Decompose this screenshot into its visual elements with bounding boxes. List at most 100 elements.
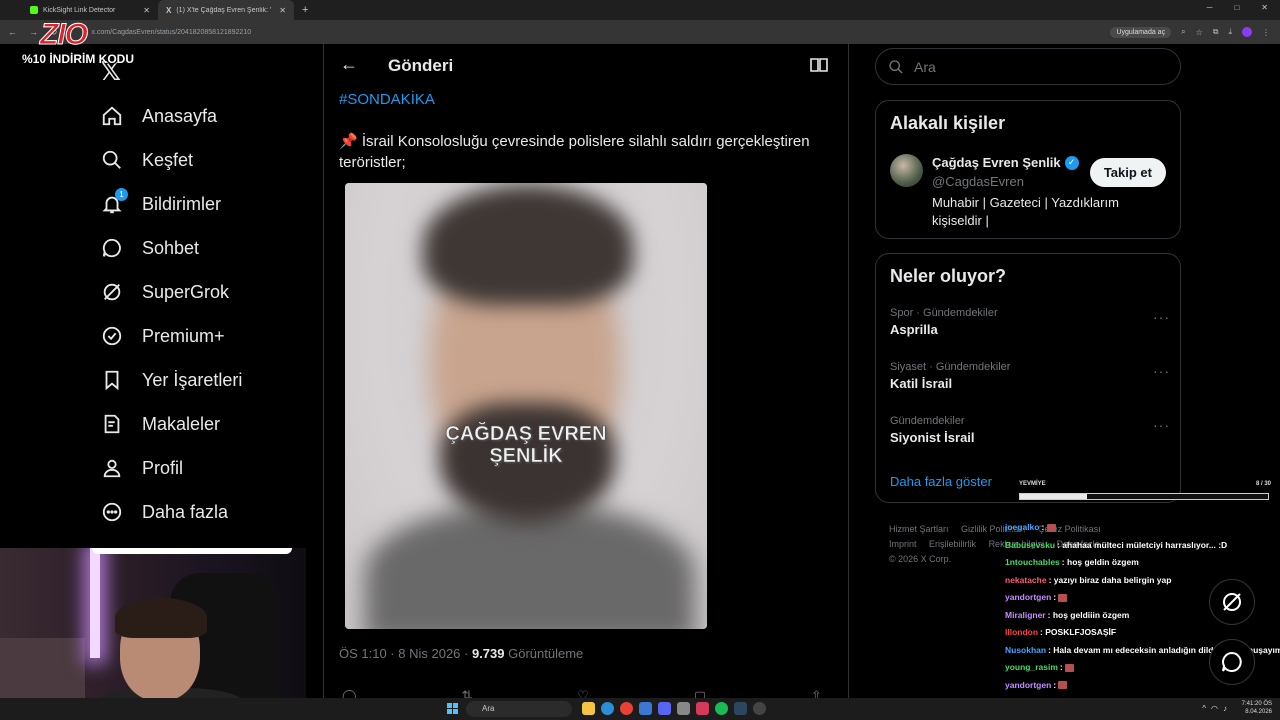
chrome-icon[interactable] — [620, 702, 633, 715]
nav-item-home[interactable]: Anasayfa — [100, 101, 217, 131]
chat-username[interactable]: yandortgen — [1005, 592, 1051, 602]
browser-tab-kicksight[interactable]: KickSight Link Detector ✕ — [22, 0, 158, 20]
grok-icon — [100, 280, 124, 304]
nav-label: Yer İşaretleri — [142, 369, 243, 390]
menu-icon[interactable]: ⋮ — [1262, 28, 1270, 37]
nav-label: Premium+ — [142, 325, 225, 346]
messages-floating-button[interactable] — [1209, 639, 1255, 685]
chat-text: POSKLFJOSAŞİF — [1045, 627, 1117, 637]
discord-icon[interactable] — [658, 702, 671, 715]
trend-category: Gündemdekiler — [890, 415, 965, 427]
search-input[interactable]: Ara — [875, 48, 1181, 85]
more-icon — [100, 500, 124, 524]
related-people-panel: Alakalı kişiler Çağdaş Evren Şenlik ✓ @C… — [875, 100, 1181, 239]
tray-chevron-icon[interactable]: ^ — [1202, 704, 1211, 713]
footer-link[interactable]: Erişilebilirlik — [929, 539, 976, 549]
nav-item-chat[interactable]: Sohbet — [100, 233, 199, 263]
profile-avatar[interactable] — [1242, 27, 1252, 37]
new-tab-button[interactable]: + — [294, 4, 316, 16]
nav-label: SuperGrok — [142, 281, 230, 302]
heart-app-icon[interactable] — [696, 702, 709, 715]
copyright: © 2026 X Corp. — [889, 554, 952, 564]
chat-username[interactable]: lllondon — [1005, 627, 1038, 637]
chat-text: yazıyı biraz daha belirgin yap — [1053, 574, 1172, 585]
grok-floating-button[interactable] — [1209, 579, 1255, 625]
nav-item-articles[interactable]: Makaleler — [100, 409, 220, 439]
taskbar-clock[interactable]: 7:41:20 ÖS 8.04.2026 — [1242, 700, 1272, 716]
url-field[interactable]: x.com/CagdasEvren/status/204182085812189… — [92, 29, 1111, 36]
obs-icon[interactable] — [753, 702, 766, 715]
nav-item-explore[interactable]: Keşfet — [100, 145, 193, 175]
zoom-icon[interactable]: ⌕ — [1181, 27, 1185, 37]
chat-username[interactable]: 1ntouchables — [1005, 557, 1060, 567]
footer-link[interactable]: Hizmet Şartları — [889, 524, 949, 534]
chat-username[interactable]: Miraligner — [1005, 610, 1046, 620]
chat-username[interactable]: nekatache — [1005, 575, 1047, 585]
open-in-app-button[interactable]: Uygulamada aç — [1110, 26, 1172, 38]
trend-item[interactable]: Siyaset · Gündemdekiler Katil İsrail ··· — [890, 361, 1170, 391]
windows-start-icon[interactable] — [447, 703, 458, 714]
browser-tab-x[interactable]: X (1) X'te Çağdaş Evren Şenlik: "# ✕ — [158, 0, 294, 20]
avatar[interactable] — [890, 154, 923, 187]
grok-icon — [1223, 593, 1241, 611]
person-handle: @CagdasEvren — [932, 174, 1024, 189]
trend-name: Asprilla — [890, 322, 938, 337]
chat-username[interactable]: Nusokhan — [1005, 645, 1046, 655]
verified-badge-icon: ✓ — [1064, 155, 1079, 170]
nav-item-notifications[interactable]: 1 Bildirimler — [100, 188, 221, 219]
trend-item[interactable]: Gündemdekiler Siyonist İsrail ··· — [890, 415, 1170, 445]
back-arrow-icon[interactable]: ← — [340, 54, 358, 75]
hashtag-link[interactable]: #SONDAKİKA — [339, 91, 435, 108]
tab-close-icon[interactable]: ✕ — [279, 6, 286, 15]
app-icon[interactable] — [677, 702, 690, 715]
volume-icon[interactable]: ♪ — [1223, 704, 1232, 713]
chat-username[interactable]: joegalko — [1005, 522, 1039, 532]
more-options-icon[interactable]: ··· — [1153, 309, 1170, 325]
follow-button[interactable]: Takip et — [1089, 158, 1166, 187]
progress-fill — [1020, 494, 1087, 499]
nav-item-bookmarks[interactable]: Yer İşaretleri — [100, 365, 242, 395]
person-name-text: Çağdaş Evren Şenlik — [932, 155, 1061, 170]
wifi-icon[interactable]: ◠ — [1211, 704, 1223, 713]
store-icon[interactable] — [639, 702, 652, 715]
nav-item-more[interactable]: Daha fazla — [100, 497, 228, 527]
steam-icon[interactable] — [734, 702, 747, 715]
download-icon[interactable]: ⤓ — [1228, 27, 1232, 37]
chat-emote-icon — [1058, 681, 1068, 690]
post-meta: ÖS 1:10 · 8 Nis 2026 · 9.739 Görüntüleme — [339, 646, 583, 661]
chat-text: hoş geldin özgem — [1067, 557, 1139, 567]
maximize-button[interactable]: □ — [1234, 3, 1239, 12]
extensions-icon[interactable]: ⧉ — [1213, 27, 1219, 37]
post-header: ← Gönderi — [324, 44, 848, 88]
spotify-icon[interactable] — [715, 702, 728, 715]
post-image[interactable]: ÇAĞDAŞ EVREN ŞENLİK — [345, 183, 707, 629]
close-window-button[interactable]: ✕ — [1261, 3, 1268, 12]
tab-close-icon[interactable]: ✕ — [143, 6, 150, 15]
minimize-button[interactable]: ─ — [1207, 3, 1213, 12]
back-browser-icon[interactable]: ← — [8, 27, 17, 38]
reader-mode-icon[interactable] — [810, 57, 828, 73]
chat-username[interactable]: young_rasim — [1005, 662, 1058, 672]
trend-category: Siyaset · Gündemdekiler — [890, 361, 1011, 373]
person-name[interactable]: Çağdaş Evren Şenlik ✓ — [932, 155, 1079, 170]
more-options-icon[interactable]: ··· — [1153, 363, 1170, 379]
nav-item-profile[interactable]: Profil — [100, 453, 183, 483]
kicksight-favicon-icon — [30, 6, 38, 14]
article-icon — [100, 412, 124, 436]
browser-tab-bar: KickSight Link Detector ✕ X (1) X'te Çağ… — [0, 0, 1280, 20]
taskbar-search-label: Ara — [482, 704, 495, 713]
file-explorer-icon[interactable] — [582, 702, 595, 715]
taskbar-search[interactable]: Ara — [466, 701, 572, 717]
footer-link[interactable]: Imprint — [889, 539, 917, 549]
trend-category: Spor · Gündemdekiler — [890, 307, 998, 319]
edge-icon[interactable] — [601, 702, 614, 715]
chat-username[interactable]: yandortgen — [1005, 680, 1051, 690]
post-time[interactable]: ÖS 1:10 · 8 Nis 2026 · — [339, 646, 468, 661]
chat-username[interactable]: Babusevsku — [1005, 540, 1055, 550]
show-more-link[interactable]: Daha fazla göster — [890, 474, 992, 489]
nav-item-premium[interactable]: Premium+ — [100, 321, 225, 351]
star-icon[interactable]: ☆ — [1196, 28, 1203, 37]
nav-item-supergrok[interactable]: SuperGrok — [100, 277, 229, 307]
trend-item[interactable]: Spor · Gündemdekiler Asprilla ··· — [890, 307, 1170, 337]
more-options-icon[interactable]: ··· — [1153, 417, 1170, 433]
